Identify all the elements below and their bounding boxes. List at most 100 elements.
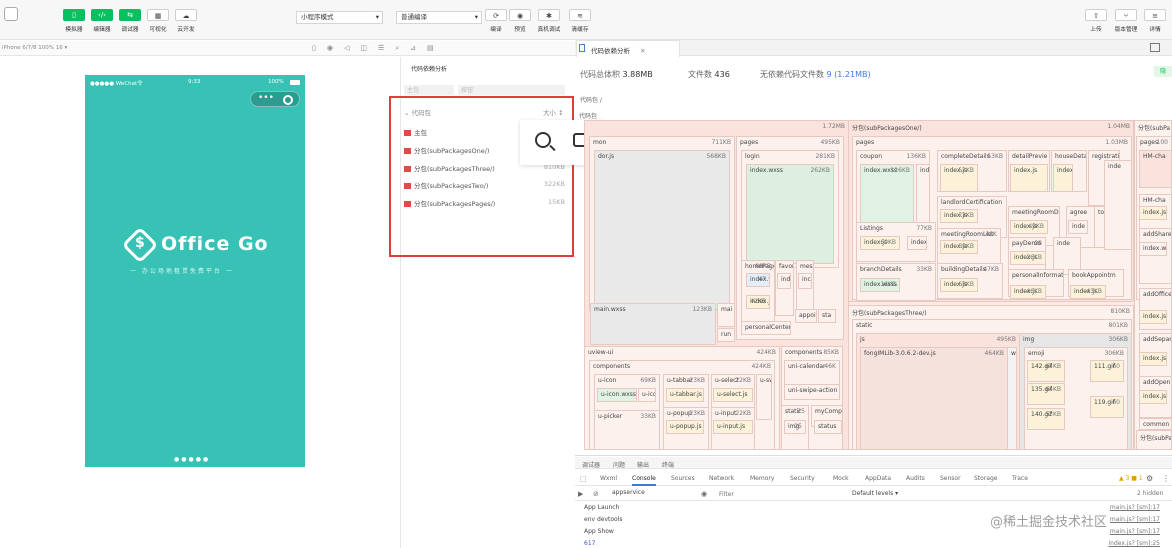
treemap-tile[interactable]: index.js 52KB (940, 164, 978, 192)
capsule-menu[interactable]: ••• (250, 91, 300, 107)
treemap-tile[interactable]: sta (818, 309, 836, 323)
treemap-tile[interactable]: common (1139, 418, 1172, 430)
tab-sources[interactable]: Sources (671, 475, 695, 482)
tab-debugger[interactable]: 调试器 (582, 460, 600, 469)
tab-dependency[interactable]: 代码依赖分析 ✕ (576, 40, 680, 57)
treemap-tile[interactable]: index.wxss 16KB (860, 278, 900, 292)
upload-button[interactable]: ⇧ 上传 (1081, 9, 1111, 33)
treemap-tile[interactable]: index.js42KB (746, 295, 770, 309)
treemap-tile[interactable]: index.js (1139, 352, 1167, 366)
treemap-tile[interactable]: index.js 60KB (860, 236, 900, 250)
treemap-tile[interactable]: 119.gif 60 (1090, 396, 1124, 418)
treemap-tile[interactable]: HM-cha (1139, 150, 1172, 188)
tab-sensor[interactable]: Sensor (940, 475, 961, 482)
more-vert-icon[interactable]: ⋮ (1162, 474, 1170, 483)
filter-select[interactable]: 按钮 (458, 85, 565, 95)
inspect-icon[interactable]: ⬚ (580, 475, 587, 483)
eye-icon[interactable]: ◉ (701, 490, 707, 498)
treemap-tile[interactable]: ind (777, 273, 791, 289)
treemap-tile[interactable]: u-popup.js (666, 420, 704, 434)
treemap-tile[interactable]: main.wxss 123KB (590, 303, 716, 345)
treemap-tile[interactable]: index.w (907, 236, 927, 250)
more-icon[interactable]: ••• (258, 93, 274, 103)
tab-terminal[interactable]: 终端 (662, 460, 674, 469)
treemap-tile[interactable]: index.js 68KB (940, 278, 978, 292)
visual-button[interactable]: ▦ 可视化 (143, 9, 173, 33)
treemap-tile[interactable]: w (1007, 347, 1017, 450)
tab-audits[interactable]: Audits (906, 475, 925, 482)
breadcrumb[interactable]: 代码包 / (580, 95, 602, 104)
console-source-link[interactable]: index.js? [sm]:25 (1108, 540, 1160, 547)
treemap-tile[interactable]: u-select.js (713, 388, 753, 402)
treemap-tile[interactable]: index.js 43KB (1070, 285, 1106, 299)
treemap-tile[interactable]: u-input.js (713, 420, 753, 434)
treemap-tile[interactable]: mai (717, 303, 735, 327)
treemap-tile[interactable]: appoin (795, 309, 817, 323)
treemap-tile[interactable]: u-swi (756, 374, 772, 420)
treemap-tile[interactable]: status (814, 420, 842, 434)
console-source-link[interactable]: main.js? [sm]:17 (1110, 528, 1160, 535)
tab-output[interactable]: 输出 (637, 460, 649, 469)
treemap-tile[interactable]: index.wxss 262KB (746, 164, 834, 264)
treemap-tile[interactable]: fongIMLib-3.0.6.2-dev.js 464KB (860, 347, 1008, 450)
debugger-button[interactable]: ⇆ 调试器 (115, 9, 145, 33)
tab-issues[interactable]: 问题 (613, 460, 625, 469)
simulator-button[interactable]: ▯ 模拟器 (59, 9, 89, 33)
version-button[interactable]: ⑂ 版本管理 (1111, 9, 1141, 33)
remote-debug-button[interactable]: ✱ 真机调试 (534, 9, 564, 33)
treemap-tile[interactable]: index.js (1139, 310, 1167, 324)
phone-simulator[interactable]: ●●●●● WeChat令 9:33 100% ••• $ Office Go … (85, 75, 305, 467)
tab-trace[interactable]: Trace (1012, 475, 1028, 482)
levels-select[interactable]: Default levels ▾ (852, 490, 898, 497)
simulator-tools[interactable]: ▯◉◁◫☰⌕⊿▤ (312, 44, 445, 53)
device-select[interactable]: iPhone 6/7/8 100% 16 ▾ (2, 45, 67, 51)
tab-mock[interactable]: Mock (833, 475, 849, 482)
details-button[interactable]: ≡ 详情 (1140, 9, 1170, 33)
treemap-tile[interactable]: 140.gif 52KB (1027, 408, 1065, 430)
treemap-tile[interactable]: inc (798, 273, 812, 289)
split-icon[interactable] (1150, 43, 1160, 52)
treemap-tile[interactable]: index.js (1010, 164, 1048, 192)
list-item[interactable]: 分包(subPackagesPages/) 15KB (404, 198, 569, 210)
avatar[interactable] (4, 7, 18, 21)
sort-size[interactable]: 大小 ↕ (543, 107, 564, 117)
page-dots[interactable]: ●●●●● (174, 456, 210, 463)
clear-cache-button[interactable]: ≋ 清缓存 (565, 9, 595, 33)
treemap-tile[interactable]: uni-swipe-action (784, 384, 840, 400)
filter-input[interactable] (719, 489, 849, 499)
treemap-tile[interactable]: index.wi (1139, 242, 1167, 256)
treemap-tile[interactable]: dor.js 568KB (594, 150, 730, 310)
treemap[interactable]: 1.72MB mon 711KB dor.js 568KB pages 495KB login… (584, 120, 1172, 450)
tab-wxml[interactable]: Wxml (600, 475, 617, 482)
treemap-tile[interactable]: personalCenter2 (741, 321, 791, 335)
treemap-tile[interactable]: u-icc (638, 388, 656, 402)
tab-storage[interactable]: Storage (974, 475, 997, 482)
cloud-button[interactable]: ☁ 云开发 (171, 9, 201, 33)
sidebar-toggle-icon[interactable]: ▶ (578, 490, 583, 498)
treemap-tile[interactable]: u-picker 33KB (594, 410, 660, 450)
treemap-tile[interactable]: u-icon.wxss (597, 388, 637, 402)
console-source-link[interactable]: main.js? [sm]:17 (1110, 504, 1160, 511)
context-select[interactable]: appservice (610, 489, 698, 499)
clear-icon[interactable]: ⊘ (593, 490, 599, 498)
treemap-tile[interactable]: index.js 39KB (940, 240, 978, 254)
treemap-tile[interactable]: index.js 46KB (1010, 285, 1046, 299)
treemap-tile[interactable]: 142.gif 64KB (1027, 360, 1065, 382)
treemap-tile[interactable]: index.js 26KB (1010, 251, 1046, 265)
mode-select[interactable]: 小程序模式 (296, 11, 383, 24)
treemap-tile[interactable]: inde (1068, 220, 1088, 234)
nodep-value[interactable]: 9 (1.21MB) (827, 70, 871, 79)
treemap-tile[interactable]: index.js (1139, 390, 1167, 404)
treemap-tile[interactable]: index.js (1139, 206, 1167, 220)
treemap-tile[interactable]: index.wxss 126KB (860, 164, 914, 224)
treemap-tile[interactable]: index.js (1053, 164, 1073, 192)
treemap-tile[interactable]: ind (916, 164, 930, 224)
treemap-tile[interactable]: index.js 71KB (940, 209, 978, 223)
package-select[interactable]: 主包 (404, 85, 454, 95)
treemap-tile[interactable]: inde (1104, 160, 1132, 250)
treemap-tile[interactable]: homePage 88KB (741, 260, 775, 324)
treemap-tile[interactable]: index.js 49KB (1010, 220, 1048, 234)
treemap-tile[interactable]: u-tabbar.js (666, 388, 704, 402)
gear-icon[interactable]: ⚙ (1146, 474, 1153, 483)
treemap-tile[interactable]: run (717, 328, 735, 342)
